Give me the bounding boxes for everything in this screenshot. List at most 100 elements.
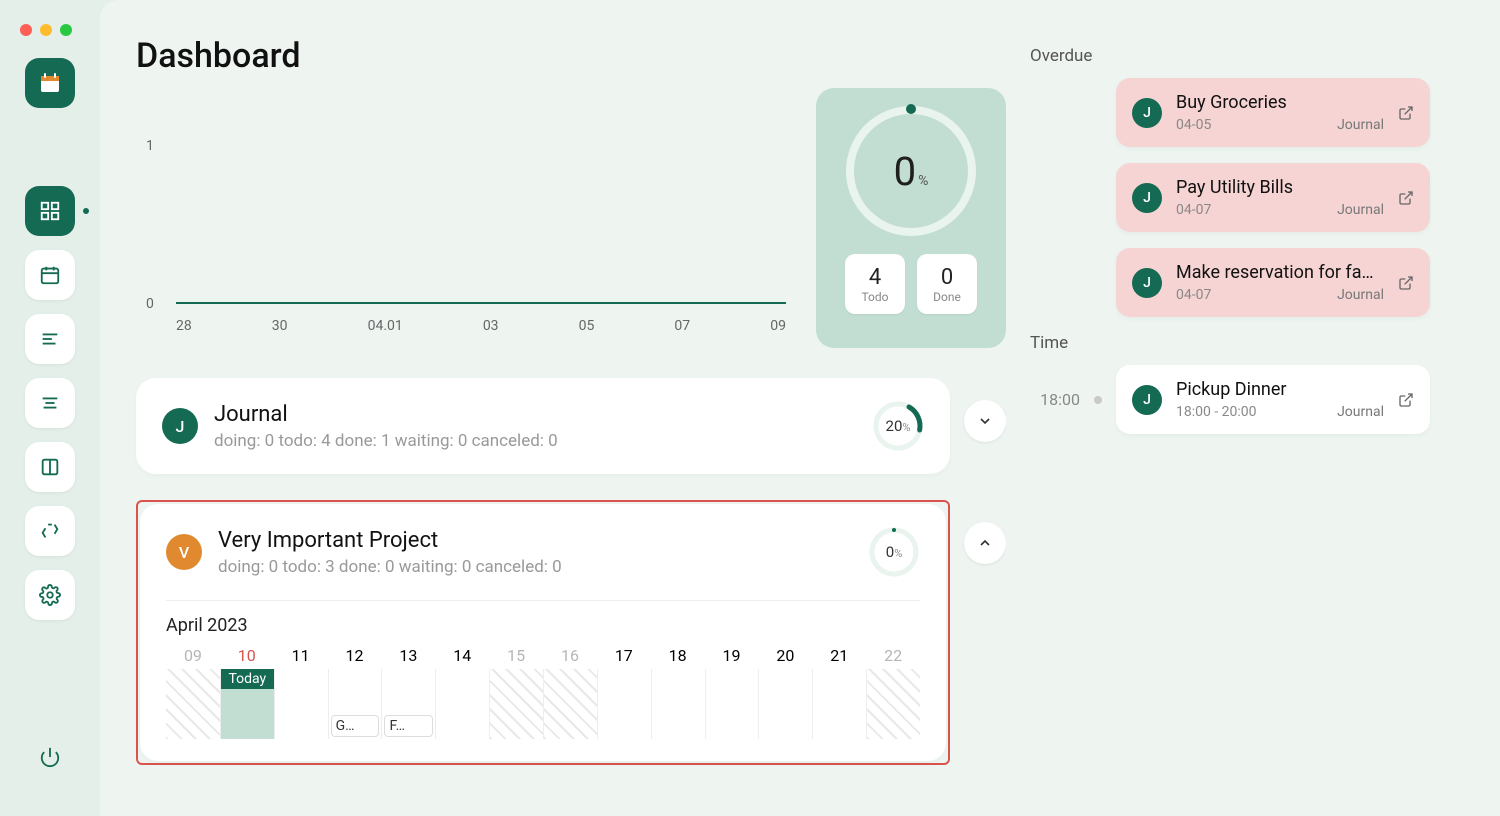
- day-body: F…: [381, 669, 435, 739]
- x-tick: 04.01: [368, 318, 403, 334]
- day-column[interactable]: 16: [543, 642, 597, 739]
- day-number: 17: [597, 642, 651, 669]
- project-card-journal[interactable]: J Journal doing: 0 todo: 4 done: 1 waiti…: [136, 378, 950, 474]
- day-column[interactable]: 11: [274, 642, 328, 739]
- day-column[interactable]: 14: [435, 642, 489, 739]
- open-task-button[interactable]: [1398, 392, 1414, 408]
- day-number: 21: [812, 642, 866, 669]
- stats-card: 0 % 4 Todo 0 Done: [816, 88, 1006, 348]
- overdue-heading: Overdue: [1030, 46, 1430, 66]
- day-number: 13: [381, 642, 435, 669]
- sidebar-item-power[interactable]: [25, 732, 75, 782]
- task-title: Pay Utility Bills: [1176, 177, 1384, 198]
- align-center-icon: [39, 392, 61, 414]
- time-heading: Time: [1030, 333, 1430, 353]
- project-progress: 0%: [868, 526, 920, 578]
- open-task-button[interactable]: [1398, 105, 1414, 121]
- day-body: [166, 669, 220, 739]
- day-column[interactable]: 22: [866, 642, 920, 739]
- day-column[interactable]: 19: [705, 642, 759, 739]
- right-panel: Overdue J Buy Groceries 04-05 Journal J …: [1006, 36, 1476, 816]
- day-number: 16: [543, 642, 597, 669]
- day-body: [597, 669, 651, 739]
- y-tick: 1: [146, 138, 154, 154]
- maximize-window-icon[interactable]: [60, 24, 72, 36]
- overdue-task-card[interactable]: J Buy Groceries 04-05 Journal: [1116, 78, 1430, 147]
- day-column[interactable]: 21: [812, 642, 866, 739]
- todo-count: 4: [869, 265, 881, 290]
- day-body: [758, 669, 812, 739]
- sidebar-item-calendar[interactable]: [25, 250, 75, 300]
- time-label: 18:00: [1026, 390, 1080, 409]
- timeline-task[interactable]: F…: [384, 715, 433, 737]
- day-body: G…: [328, 669, 382, 739]
- avatar: V: [166, 534, 202, 570]
- day-column[interactable]: 10Today: [220, 642, 274, 739]
- project-title: Journal: [214, 402, 558, 427]
- project-card-vip[interactable]: V Very Important Project doing: 0 todo: …: [140, 504, 946, 761]
- day-number: 15: [489, 642, 543, 669]
- day-body: [812, 669, 866, 739]
- day-body: [435, 669, 489, 739]
- day-number: 18: [651, 642, 705, 669]
- open-task-button[interactable]: [1398, 275, 1414, 291]
- x-tick: 30: [272, 318, 288, 334]
- page-title: Dashboard: [136, 36, 1006, 76]
- project-title: Very Important Project: [218, 528, 562, 553]
- day-number: 12: [328, 642, 382, 669]
- gear-icon: [39, 584, 61, 606]
- day-column[interactable]: 15: [489, 642, 543, 739]
- task-project: Journal: [1337, 287, 1384, 303]
- sidebar-logo[interactable]: [25, 58, 75, 108]
- open-task-button[interactable]: [1398, 190, 1414, 206]
- y-tick: 0: [146, 296, 154, 312]
- sidebar-item-settings[interactable]: [25, 570, 75, 620]
- timeline-month: April 2023: [166, 615, 920, 636]
- x-tick: 05: [579, 318, 595, 334]
- ring-pct: %: [918, 173, 928, 189]
- todo-label: Todo: [861, 290, 888, 304]
- todo-stat: 4 Todo: [845, 254, 905, 314]
- sidebar-item-panels[interactable]: [25, 442, 75, 492]
- avatar: J: [162, 408, 198, 444]
- x-tick: 07: [674, 318, 690, 334]
- time-task-card[interactable]: J Pickup Dinner 18:00 - 20:00 Journal: [1116, 365, 1430, 434]
- dashboard-icon: [39, 200, 61, 222]
- sidebar-item-dashboard[interactable]: [25, 186, 75, 236]
- activity-chart: 1 0 28 30 04.01 03 05 07 09: [136, 88, 796, 348]
- external-link-icon: [1398, 392, 1414, 408]
- sidebar-item-recycle[interactable]: [25, 506, 75, 556]
- day-body: [705, 669, 759, 739]
- day-column[interactable]: 13 F…: [381, 642, 435, 739]
- day-column[interactable]: 20: [758, 642, 812, 739]
- power-icon: [39, 746, 61, 768]
- timeline-task[interactable]: G…: [331, 715, 380, 737]
- task-time: 18:00 - 20:00: [1176, 404, 1257, 420]
- day-body: Today: [220, 669, 274, 739]
- day-column[interactable]: 09: [166, 642, 220, 739]
- avatar: J: [1132, 268, 1162, 298]
- sidebar-item-list-center[interactable]: [25, 378, 75, 428]
- sidebar-item-list-left[interactable]: [25, 314, 75, 364]
- close-window-icon[interactable]: [20, 24, 32, 36]
- day-column[interactable]: 12 G…: [328, 642, 382, 739]
- day-column[interactable]: 17: [597, 642, 651, 739]
- overdue-task-card[interactable]: J Pay Utility Bills 04-07 Journal: [1116, 163, 1430, 232]
- main: Dashboard 1 0 28 30 04.01 03 05 07 09: [100, 0, 1500, 816]
- window-controls: [20, 24, 72, 36]
- panels-icon: [39, 456, 61, 478]
- overdue-task-card[interactable]: J Make reservation for fa… 04-07 Journal: [1116, 248, 1430, 317]
- project-status: doing: 0 todo: 3 done: 0 waiting: 0 canc…: [218, 557, 562, 577]
- external-link-icon: [1398, 275, 1414, 291]
- x-tick: 03: [483, 318, 499, 334]
- collapse-button[interactable]: [964, 400, 1006, 442]
- task-title: Make reservation for fa…: [1176, 262, 1384, 283]
- expand-button[interactable]: [964, 522, 1006, 564]
- day-column[interactable]: 18: [651, 642, 705, 739]
- done-stat: 0 Done: [917, 254, 977, 314]
- day-number: 10: [220, 642, 274, 669]
- minimize-window-icon[interactable]: [40, 24, 52, 36]
- done-count: 0: [941, 265, 953, 290]
- ring-value: 0: [894, 148, 916, 195]
- avatar: J: [1132, 385, 1162, 415]
